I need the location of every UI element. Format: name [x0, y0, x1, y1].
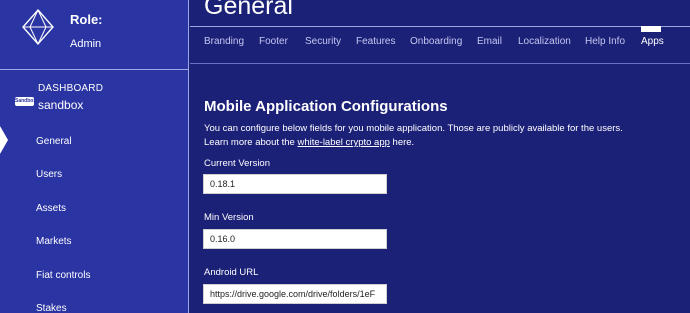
sidebar-item-stakes[interactable]: Stakes — [36, 303, 67, 313]
sandbox-badge: Sandbox — [15, 97, 37, 106]
learn-more-prefix: Learn more about the — [204, 137, 298, 148]
logo-icon — [22, 8, 54, 46]
tab-features[interactable]: Features — [356, 36, 395, 47]
current-version-label: Current Version — [204, 158, 271, 169]
title-divider — [190, 26, 690, 27]
section-description: You can configure below fields for you m… — [204, 123, 623, 134]
active-tab-indicator — [641, 26, 661, 32]
white-label-app-link[interactable]: white-label crypto app — [297, 137, 389, 148]
learn-more-text: Learn more about the white-label crypto … — [204, 137, 414, 148]
tab-onboarding[interactable]: Onboarding — [410, 36, 462, 47]
min-version-label: Min Version — [204, 212, 254, 223]
environment-name: sandbox — [38, 98, 84, 112]
settings-tabs: Branding Footer Security Features Onboar… — [190, 34, 690, 64]
min-version-input[interactable] — [203, 229, 387, 249]
tab-footer[interactable]: Footer — [259, 36, 288, 47]
role-block: Role: Admin — [0, 0, 189, 70]
main-content: General Branding Footer Security Feature… — [190, 0, 690, 313]
dashboard-label: DASHBOARD — [38, 83, 104, 94]
role-value: Admin — [70, 38, 102, 50]
section-title: Mobile Application Configurations — [204, 98, 448, 115]
tab-apps[interactable]: Apps — [641, 36, 664, 47]
sidebar-item-markets[interactable]: Markets — [36, 236, 72, 247]
tab-email[interactable]: Email — [477, 36, 502, 47]
learn-more-suffix: here. — [389, 137, 415, 148]
tab-branding[interactable]: Branding — [204, 36, 244, 47]
tab-divider — [190, 63, 690, 64]
sidebar-item-fiat-controls[interactable]: Fiat controls — [36, 270, 90, 281]
role-label: Role: — [70, 12, 103, 27]
sidebar-item-users[interactable]: Users — [36, 169, 62, 180]
android-url-input[interactable] — [203, 284, 387, 304]
active-nav-marker — [0, 126, 8, 154]
sidebar: Role: Admin DASHBOARD Sandbox sandbox Ge… — [0, 0, 189, 313]
page-title: General — [204, 0, 293, 20]
sidebar-item-general[interactable]: General — [36, 136, 72, 147]
tab-help-info[interactable]: Help Info — [585, 36, 625, 47]
tab-security[interactable]: Security — [305, 36, 341, 47]
tab-localization[interactable]: Localization — [518, 36, 571, 47]
current-version-input[interactable] — [203, 174, 387, 194]
sidebar-item-assets[interactable]: Assets — [36, 203, 66, 214]
android-url-label: Android URL — [204, 267, 259, 278]
